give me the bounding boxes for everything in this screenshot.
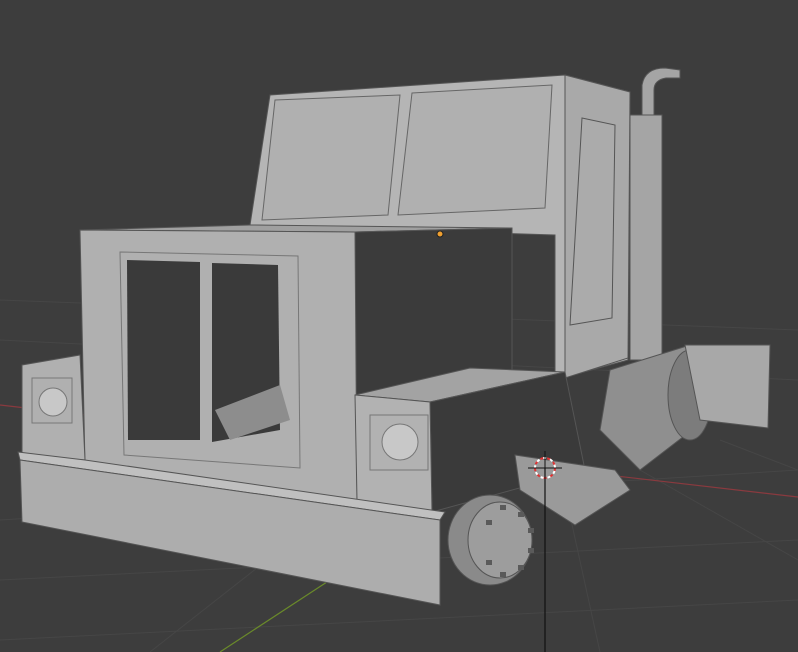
windshield-left <box>261 94 401 221</box>
3d-viewport[interactable] <box>0 0 798 652</box>
wheel-hub[interactable] <box>447 494 534 586</box>
scene[interactable] <box>0 0 798 652</box>
left-fender[interactable] <box>21 354 86 461</box>
windshield-right <box>397 84 553 216</box>
headlight-right <box>381 423 419 461</box>
headlight-left <box>38 387 68 417</box>
y-axis-line <box>219 579 331 652</box>
object-origin-icon[interactable] <box>436 230 444 238</box>
grille-opening-left <box>127 260 200 440</box>
